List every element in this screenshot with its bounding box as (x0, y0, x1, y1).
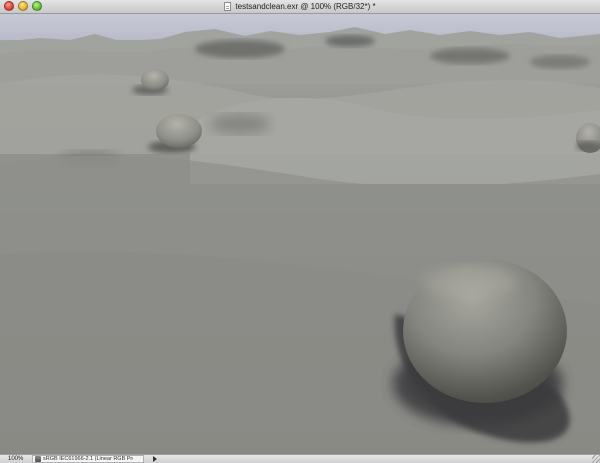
zoom-level-field[interactable]: 100% (2, 455, 28, 463)
rendered-image (0, 14, 600, 454)
document-profile-text: sRGB IEC61966-2.1 (Linear RGB Pro... (43, 455, 133, 462)
info-icon (35, 456, 41, 462)
resize-handle-icon[interactable] (592, 455, 600, 463)
status-bar: 100% sRGB IEC61966-2.1 (Linear RGB Pro..… (0, 454, 600, 463)
sphere-mid (156, 114, 202, 148)
popup-arrow-icon[interactable] (153, 456, 157, 462)
document-icon[interactable] (224, 2, 232, 11)
document-info[interactable]: sRGB IEC61966-2.1 (Linear RGB Pro... (32, 455, 144, 463)
photoshop-document-window: testsandclean.exr @ 100% (RGB/32*) * 100… (0, 0, 600, 463)
title-group: testsandclean.exr @ 100% (RGB/32*) * (0, 0, 600, 13)
window-title: testsandclean.exr @ 100% (RGB/32*) * (235, 2, 376, 11)
image-canvas[interactable] (0, 14, 600, 454)
sphere-far (141, 69, 169, 91)
title-bar[interactable]: testsandclean.exr @ 100% (RGB/32*) * (0, 0, 600, 14)
